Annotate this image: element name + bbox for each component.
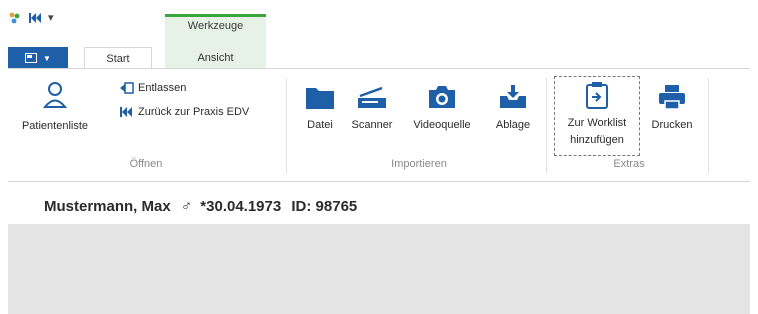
patient-birthdate: *30.04.1973	[200, 198, 282, 215]
drucken-button[interactable]: Drucken	[644, 84, 700, 132]
worklist-label-line2: hinzufügen	[570, 134, 624, 146]
patientenliste-button[interactable]: Patientenliste	[14, 80, 96, 133]
clipboard-add-icon	[586, 82, 608, 109]
tab-ansicht[interactable]: Ansicht	[165, 47, 266, 69]
patient-info: Mustermann, Max ♂ *30.04.1973 ID: 98765	[44, 198, 357, 215]
ablage-button[interactable]: Ablage	[488, 84, 538, 132]
patient-id: ID: 98765	[291, 198, 358, 215]
folder-icon	[306, 88, 334, 109]
patient-name: Mustermann, Max	[44, 198, 171, 215]
back-to-edv-icon[interactable]	[28, 11, 42, 25]
file-menu-button[interactable]: ▼	[8, 47, 68, 69]
group-label-oeffnen: Öffnen	[129, 158, 163, 170]
worklist-label-line1: Zur Worklist	[567, 117, 627, 129]
group-separator	[546, 78, 547, 174]
ablage-label: Ablage	[495, 119, 531, 131]
quick-access-dropdown-icon[interactable]: ▾	[48, 11, 54, 25]
group-separator	[708, 78, 709, 174]
window-icon	[25, 53, 38, 63]
camera-icon	[429, 86, 455, 108]
videoquelle-label: Videoquelle	[413, 119, 471, 131]
group-separator	[286, 78, 287, 174]
datei-label: Datei	[307, 119, 333, 131]
scanner-label: Scanner	[351, 119, 393, 131]
videoquelle-button[interactable]: Videoquelle	[404, 84, 480, 132]
back-to-edv-icon	[120, 107, 132, 117]
inbox-download-icon	[500, 85, 526, 108]
zur-worklist-button[interactable]: Zur Worklist hinzufügen	[554, 76, 640, 156]
entlassen-label: Entlassen	[138, 82, 187, 94]
person-icon	[43, 82, 67, 108]
tab-start[interactable]: Start	[84, 47, 152, 69]
zurueck-label: Zurück zur Praxis EDV	[138, 106, 250, 118]
quick-access-toolbar: ▾	[8, 10, 54, 26]
zurueck-praxis-edv-button[interactable]: Zurück zur Praxis EDV	[120, 106, 249, 118]
patientenliste-label: Patientenliste	[21, 120, 89, 132]
scanner-icon	[358, 86, 386, 108]
datei-button[interactable]: Datei	[300, 84, 340, 132]
scanner-button[interactable]: Scanner	[344, 84, 400, 132]
right-margin	[750, 0, 758, 314]
group-label-extras: Extras	[613, 158, 645, 170]
app-logo-icon[interactable]	[8, 11, 22, 25]
male-icon: ♂	[180, 198, 193, 215]
entlassen-button[interactable]: Entlassen	[120, 82, 186, 94]
chevron-down-icon: ▼	[43, 53, 51, 63]
printer-icon	[659, 85, 685, 110]
group-label-importieren: Importieren	[391, 158, 447, 170]
tools-context-title: Werkzeuge	[187, 20, 244, 32]
content-area	[8, 224, 750, 314]
discharge-icon	[120, 82, 134, 94]
drucken-label: Drucken	[651, 119, 693, 131]
